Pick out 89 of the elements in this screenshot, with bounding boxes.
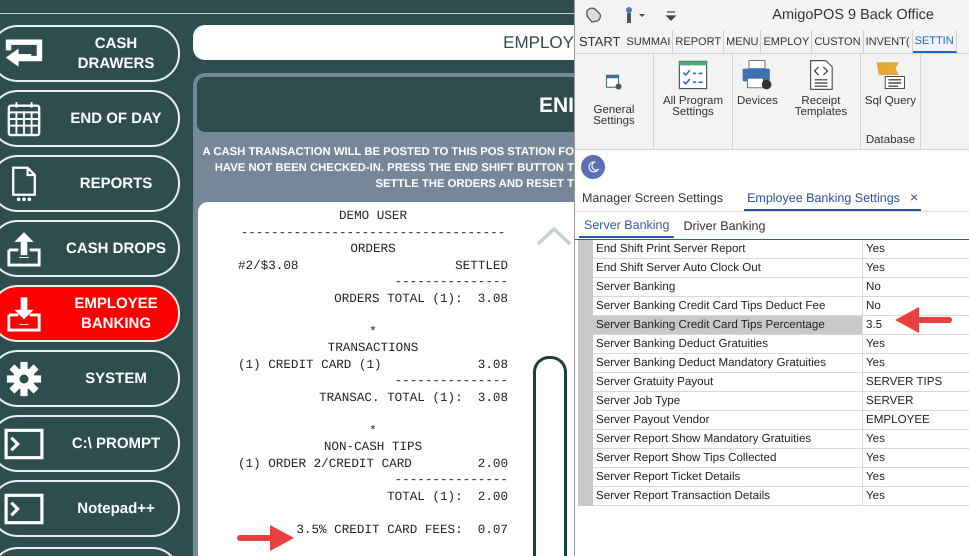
property-value-cell[interactable]: Yes [863,487,969,506]
sidebar-button[interactable]: END OF DAY [0,90,180,147]
receipt-amount: 3.08 [478,356,508,373]
receipt-line: ORDERS TOTAL (1): 3.08 [334,290,508,307]
receipt-line: TRANSAC. TOTAL (1): 3.08 [319,390,508,406]
property-value-cell[interactable]: No [863,278,969,297]
ribbon-button[interactable]: All Program Settings [656,57,730,149]
receipt-item: (1) CREDIT CARD (1) [238,356,382,373]
receipt-line: * [369,422,377,439]
receipt-amount: SETTLED [455,258,508,274]
receipt-item: (1) ORDER 2/CREDIT CARD [238,456,412,472]
property-value-cell[interactable]: Yes [863,430,969,449]
property-value-cell[interactable]: Yes [863,335,969,354]
receipt-line: 3.5% CREDIT CARD FEES: 0.07 [296,522,508,538]
annotation-arrow [893,304,953,336]
property-value-cell[interactable]: Yes [863,449,969,468]
property-name-cell[interactable]: End Shift Print Server Report [593,240,863,259]
property-name-cell[interactable]: End Shift Server Auto Clock Out [593,259,863,278]
scroll-thumb[interactable] [533,356,567,556]
section-banner: ENI [197,77,574,132]
ribbon-tab[interactable]: MENU [724,30,762,53]
property-value-cell[interactable]: Yes [863,240,969,259]
receipt-amount: 2.00 [478,456,508,472]
ribbon-tab[interactable]: CUSTON [812,30,864,53]
property-value-cell[interactable]: Yes [863,468,969,487]
close-tab-button[interactable]: × [910,191,918,205]
ribbon-tab[interactable]: EMPLOY [761,30,812,53]
receipt-line: ORDERS [350,241,396,258]
ribbon-button[interactable]: Receipt Templates [784,57,858,149]
property-value-cell[interactable]: Yes [863,259,969,278]
receipt-line: --------------- [394,274,508,290]
sidebar-button[interactable]: CASH DROPS [0,220,180,277]
property-name-cell[interactable]: Server Gratuity Payout [593,373,863,392]
receipt-item: #2/$3.08 [238,258,298,274]
document-tab[interactable]: Employee Banking Settings × [744,189,922,211]
document-tab[interactable]: Manager Screen Settings [579,189,726,211]
ribbon-tab[interactable]: SUMMAI [624,30,674,53]
receipt-line: --------------- [394,373,508,390]
notice-text: HAVE NOT BEEN CHECKED-IN. PRESS THE END SHIFT BUTTON T [214,161,574,176]
property-name-cell[interactable]: Server Banking [593,278,863,297]
ribbon-button[interactable]: Devices [735,57,780,149]
sidebar-button[interactable]: Notepad++ [0,480,180,537]
sidebar-button[interactable]: C:\ PROMPT [0,415,180,472]
sub-tab[interactable]: Server Banking [579,216,674,238]
property-name-cell[interactable]: Server Banking Deduct Gratuities [593,335,863,354]
terminal-icon [4,490,44,526]
gear-icon [4,360,44,396]
property-name-cell[interactable]: Server Banking Deduct Mandatory Gratuities [593,354,863,373]
sub-tab[interactable]: Driver Banking [678,216,770,238]
receipt-line: TOTAL (1): 2.00 [387,488,508,505]
receipt-line: --------------- [394,472,508,488]
property-name-cell[interactable]: Server Report Transaction Details [593,487,863,506]
terminal-icon [4,426,44,462]
property-name-cell[interactable]: Server Banking Credit Card Tips Percentage [593,316,863,335]
receipt-divider: ----------------------------------- [240,224,506,241]
ribbon-tab[interactable]: REPORT [673,30,724,53]
screen-title-bar: EMPLOY [193,25,574,60]
property-name-cell[interactable]: Server Job Type [593,392,863,411]
receipt-line: NON-CASH TIPS [324,439,422,456]
checklist-icon [677,59,709,91]
sidebar-button[interactable]: SYSTEM [0,350,180,407]
printer-gear-icon [741,59,774,91]
property-value-cell[interactable]: SERVER [863,392,969,411]
property-name-cell[interactable]: Server Payout Vendor [593,411,863,430]
window-gear-icon [605,73,623,91]
receipt-line: * [369,324,377,340]
ribbon-button[interactable]: General Settings [577,57,651,149]
notice-text: A CASH TRANSACTION WILL BE POSTED TO THIS POS STATION FO [202,145,574,160]
annotation-arrow [236,522,296,554]
window-title: AmigoPOS 9 Back Office [772,7,934,23]
moon-icon [586,160,600,174]
property-value-cell[interactable]: EMPLOYEE [863,411,969,430]
property-value-cell[interactable]: SERVER TIPS [863,373,969,392]
property-name-cell[interactable]: Server Report Show Tips Collected [593,449,863,468]
ribbon-group-label: Database [864,134,916,148]
ribbon-tab[interactable]: START [575,30,624,53]
property-name-cell[interactable]: Server Report Show Mandatory Gratuities [593,430,863,449]
sql-scroll-icon [874,59,906,91]
sidebar-button[interactable]: EMPLOYEE BANKING [0,285,180,342]
property-value-cell[interactable]: Yes [863,354,969,373]
property-name-cell[interactable]: Server Report Ticket Details [593,468,863,487]
receipt-line: TRANSACTIONS [328,340,418,356]
sidebar-button[interactable]: CASH DRAWERS [0,25,180,82]
receipt-line: DEMO USER [338,208,408,224]
sidebar-button[interactable]: REPORTS [0,155,180,212]
dark-mode-button[interactable] [581,155,605,179]
notice-text: SETTLE THE ORDERS AND RESET T [375,177,574,192]
ribbon-button[interactable]: Sql Query [862,57,918,134]
ribbon-tab[interactable]: INVENT( [864,30,913,53]
